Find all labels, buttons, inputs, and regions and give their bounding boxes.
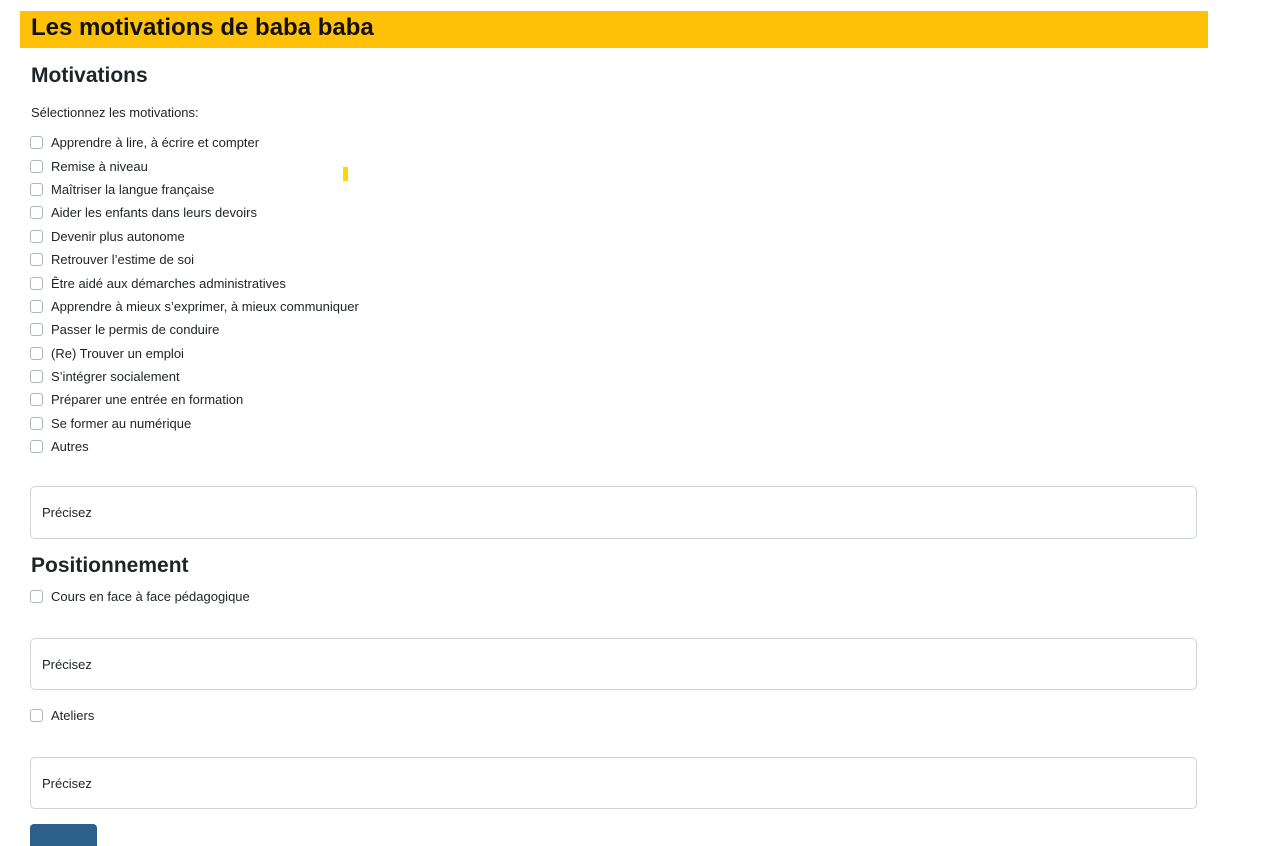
motivations-section-title: Motivations [31,64,148,87]
motivation-label: Préparer une entrée en formation [51,392,244,408]
motivation-checkbox-row[interactable]: Apprendre à mieux s’exprimer, à mieux co… [30,295,359,318]
ateliers-label: Ateliers [51,708,95,723]
ateliers-checkbox-row[interactable]: Ateliers [30,708,94,723]
motivation-label: Apprendre à mieux s’exprimer, à mieux co… [51,298,359,314]
page-header: Les motivations de baba baba [20,11,1208,48]
motivation-label: Apprendre à lire, à écrire et compter [51,135,260,151]
submit-button[interactable] [30,824,97,846]
motivation-label: Remise à niveau [51,158,148,174]
motivation-checkbox[interactable] [30,229,43,243]
motivation-checkbox-row[interactable]: Remise à niveau [30,154,359,177]
motivation-checkbox[interactable] [30,393,43,407]
motivation-label: Maîtriser la langue française [51,181,215,197]
motivation-checkbox[interactable] [30,440,43,454]
motivation-checkbox-row[interactable]: Se former au numérique [30,412,359,435]
motivation-label: (Re) Trouver un emploi [51,345,184,361]
motivation-checkbox-row[interactable]: Maîtriser la langue française [30,178,359,201]
motivation-checkbox[interactable] [30,206,43,220]
page-title: Les motivations de baba baba [31,14,374,41]
motivation-label: Aider les enfants dans leurs devoirs [51,205,257,221]
motivation-checkbox[interactable] [30,299,43,313]
motivation-checkbox-row[interactable]: (Re) Trouver un emploi [30,342,359,365]
face-to-face-checkbox-row[interactable]: Cours en face à face pédagogique [30,589,250,604]
face-to-face-checkbox[interactable] [30,590,43,603]
motivations-checkbox-list: Apprendre à lire, à écrire et compter Rem… [30,131,359,458]
motivation-label: Passer le permis de conduire [51,322,220,338]
motivation-label: Retrouver l’estime de soi [51,252,195,268]
positionnement-section-title: Positionnement [31,554,189,577]
motivations-other-input[interactable] [30,486,1197,539]
motivation-checkbox[interactable] [30,182,43,196]
motivation-checkbox[interactable] [30,276,43,290]
motivation-checkbox-row[interactable]: Préparer une entrée en formation [30,388,359,411]
motivation-checkbox[interactable] [30,136,43,150]
ateliers-checkbox[interactable] [30,709,43,722]
motivation-checkbox[interactable] [30,346,43,360]
motivation-checkbox[interactable] [30,370,43,384]
motivation-checkbox[interactable] [30,253,43,267]
face-to-face-details-input[interactable] [30,638,1197,690]
ateliers-details-input[interactable] [30,757,1197,809]
text-cursor-marker [343,167,348,181]
motivation-label: Se former au numérique [51,415,192,431]
motivation-checkbox-row[interactable]: Être aidé aux démarches administratives [30,271,359,294]
motivation-checkbox-row[interactable]: S’intégrer socialement [30,365,359,388]
motivation-checkbox-row[interactable]: Apprendre à lire, à écrire et compter [30,131,359,154]
motivation-label: S’intégrer socialement [51,369,180,385]
motivations-intro-label: Sélectionnez les motivations: [31,105,199,120]
motivation-checkbox-row[interactable]: Autres [30,435,359,458]
motivation-checkbox-row[interactable]: Aider les enfants dans leurs devoirs [30,201,359,224]
motivation-label: Devenir plus autonome [51,228,185,244]
motivation-checkbox[interactable] [30,159,43,173]
motivation-checkbox[interactable] [30,323,43,337]
motivation-checkbox-row[interactable]: Devenir plus autonome [30,225,359,248]
motivation-label: Être aidé aux démarches administratives [51,275,286,291]
motivation-checkbox-row[interactable]: Passer le permis de conduire [30,318,359,341]
motivation-label: Autres [51,439,89,455]
motivation-checkbox-row[interactable]: Retrouver l’estime de soi [30,248,359,271]
face-to-face-label: Cours en face à face pédagogique [51,589,250,604]
motivation-checkbox[interactable] [30,416,43,430]
